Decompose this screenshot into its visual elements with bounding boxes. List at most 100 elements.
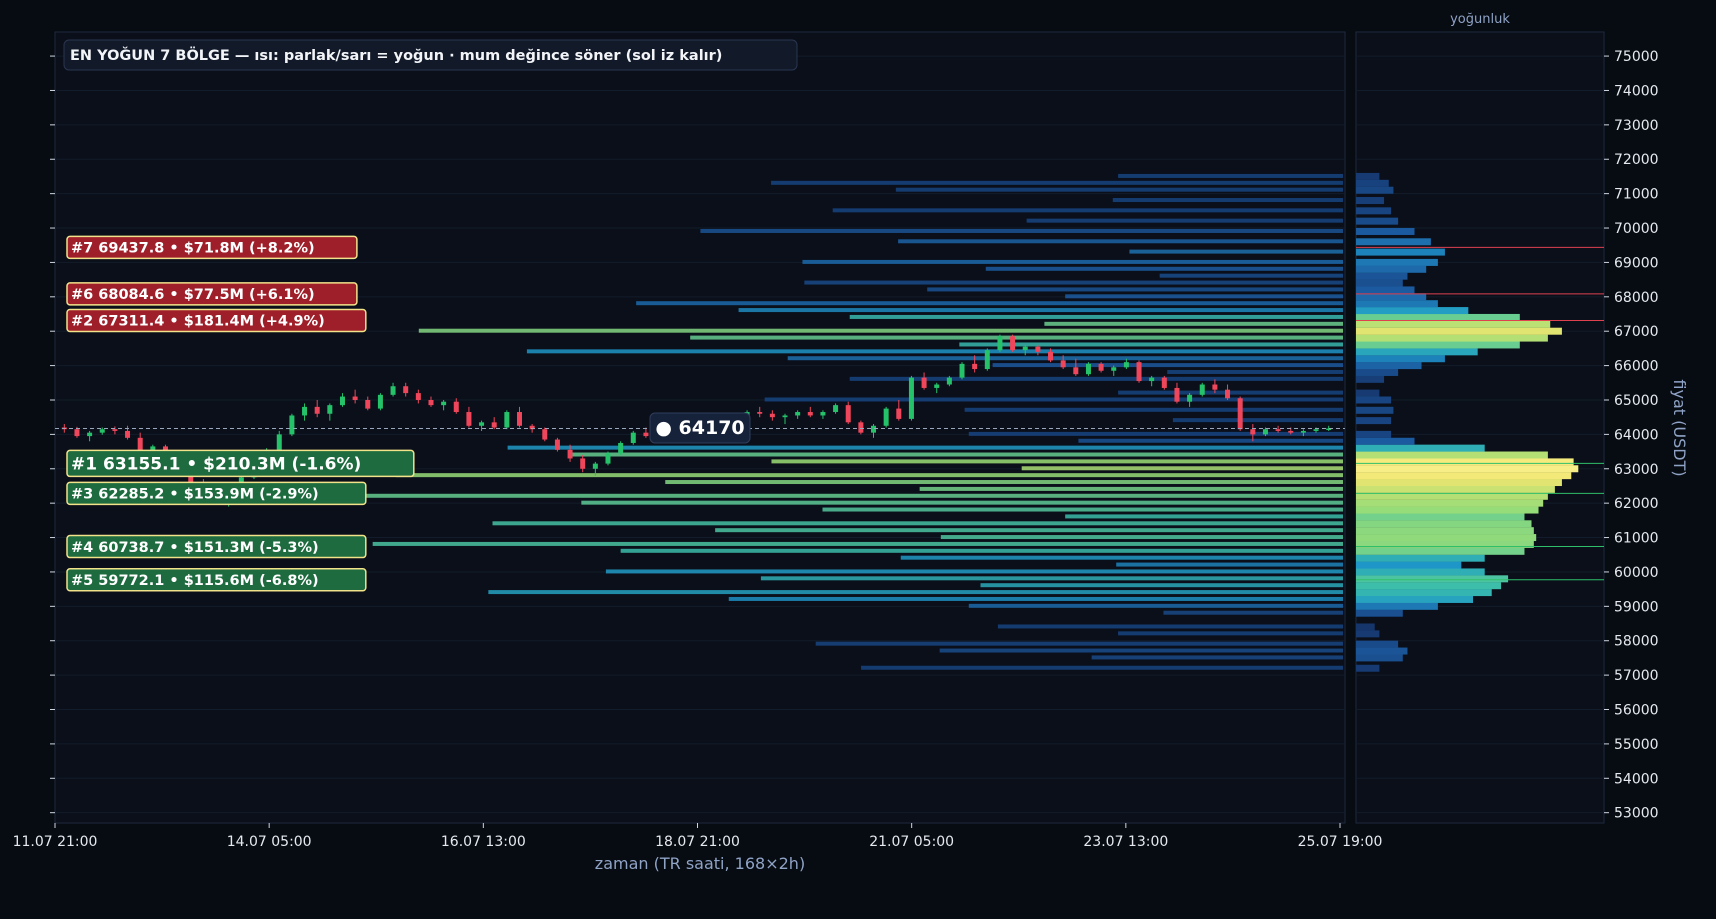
heat-band xyxy=(738,308,1343,313)
heat-band xyxy=(1021,466,1343,471)
candle-body xyxy=(1085,363,1091,375)
candle-body xyxy=(1161,377,1167,388)
density-bar xyxy=(1356,362,1422,370)
density-bar xyxy=(1356,334,1548,342)
candle-body xyxy=(112,429,118,431)
heat-band xyxy=(1118,631,1343,636)
density-bar xyxy=(1356,485,1555,493)
candle-body xyxy=(1136,362,1142,382)
x-tick-label: 23.07 13:00 xyxy=(1083,834,1168,850)
heat-band xyxy=(849,314,1343,319)
candle-body xyxy=(1288,430,1294,433)
candle-body xyxy=(1237,398,1243,430)
heat-band xyxy=(1129,249,1343,254)
heat-band xyxy=(728,596,1343,601)
density-bar xyxy=(1356,654,1403,662)
y-tick-label: 61000 xyxy=(1614,531,1659,547)
heat-band xyxy=(372,541,1343,546)
heat-band xyxy=(760,576,1343,581)
candle-body xyxy=(1035,346,1041,352)
candle-body xyxy=(339,396,345,406)
heat-band xyxy=(1118,173,1343,178)
density-bar xyxy=(1356,265,1427,273)
y-tick-label: 53000 xyxy=(1614,806,1659,822)
y-tick-label: 60000 xyxy=(1614,565,1659,581)
candle-body xyxy=(997,336,1003,351)
zone-label: #5 59772.1 • $115.6M (-6.8%) xyxy=(71,573,319,589)
candle-body xyxy=(618,442,624,454)
y-tick-label: 73000 xyxy=(1614,118,1659,134)
x-tick-label: 14.07 05:00 xyxy=(227,834,312,850)
candle-body xyxy=(934,384,940,388)
heat-band xyxy=(1167,369,1343,374)
candle-body xyxy=(1174,387,1180,402)
heat-band xyxy=(900,555,1343,560)
candle-body xyxy=(403,386,409,394)
y-axis-label: fiyat (USDT) xyxy=(1670,379,1689,476)
heat-band xyxy=(715,528,1343,533)
candle-body xyxy=(125,430,131,438)
heat-band xyxy=(787,356,1343,361)
heat-band xyxy=(927,287,1343,292)
density-bar xyxy=(1356,602,1438,610)
chart-title: EN YOĞUN 7 BÖLGE — ısı: parlak/sarı = yo… xyxy=(70,46,722,64)
y-tick-label: 58000 xyxy=(1614,634,1659,650)
density-bar xyxy=(1356,279,1403,287)
candle-body xyxy=(302,406,308,416)
heat-band xyxy=(968,603,1343,608)
density-bar xyxy=(1356,472,1572,480)
heat-band xyxy=(605,569,1343,574)
current-price-label: ● 64170 xyxy=(655,417,744,439)
zone-label: #3 62285.2 • $153.9M (-2.9%) xyxy=(71,487,319,503)
candle-body xyxy=(99,429,105,433)
density-bar xyxy=(1356,568,1485,576)
candle-body xyxy=(441,401,447,406)
x-tick-label: 16.07 13:00 xyxy=(441,834,526,850)
candle-body xyxy=(845,405,851,423)
candle-body xyxy=(1212,384,1218,390)
density-bar xyxy=(1356,589,1492,597)
heat-band xyxy=(1163,610,1343,615)
candle-body xyxy=(504,412,510,428)
heat-band xyxy=(700,228,1343,233)
heat-band xyxy=(861,665,1343,670)
y-tick-label: 69000 xyxy=(1614,255,1659,271)
candle-body xyxy=(1123,362,1129,368)
y-tick-label: 62000 xyxy=(1614,496,1659,512)
density-panel xyxy=(1355,31,1605,824)
zone-label: #7 69437.8 • $71.8M (+8.2%) xyxy=(71,241,315,257)
candle-body xyxy=(605,453,611,464)
candle-body xyxy=(1262,429,1268,435)
density-bar xyxy=(1356,647,1408,655)
density-bar xyxy=(1356,506,1539,514)
y-tick-label: 67000 xyxy=(1614,324,1659,340)
candle-body xyxy=(1111,367,1117,371)
candle-body xyxy=(580,458,586,469)
density-bar xyxy=(1356,609,1403,617)
y-tick-label: 57000 xyxy=(1614,668,1659,684)
density-bar xyxy=(1356,217,1399,225)
candle-body xyxy=(1187,394,1193,402)
density-bar xyxy=(1356,172,1380,180)
candle-body xyxy=(1060,360,1066,368)
candle-body xyxy=(87,432,93,437)
heat-band xyxy=(804,280,1343,285)
density-bar xyxy=(1356,623,1375,631)
heat-band xyxy=(418,328,1343,333)
candle-body xyxy=(542,429,548,440)
candle-body xyxy=(1098,363,1104,371)
density-bar xyxy=(1356,389,1380,397)
y-tick-label: 70000 xyxy=(1614,221,1659,237)
heat-band xyxy=(1172,418,1343,423)
candle-body xyxy=(630,432,636,443)
heat-band xyxy=(1065,294,1343,299)
heat-band xyxy=(526,349,1343,354)
candle-body xyxy=(137,437,143,450)
density-bar xyxy=(1356,640,1399,648)
x-axis-label: zaman (TR saati, 168×2h) xyxy=(595,854,805,873)
x-tick-label: 25.07 19:00 xyxy=(1298,834,1383,850)
density-bar xyxy=(1356,258,1438,266)
heat-band xyxy=(507,445,1343,450)
heat-band xyxy=(895,187,1343,192)
candle-body xyxy=(1300,430,1306,433)
